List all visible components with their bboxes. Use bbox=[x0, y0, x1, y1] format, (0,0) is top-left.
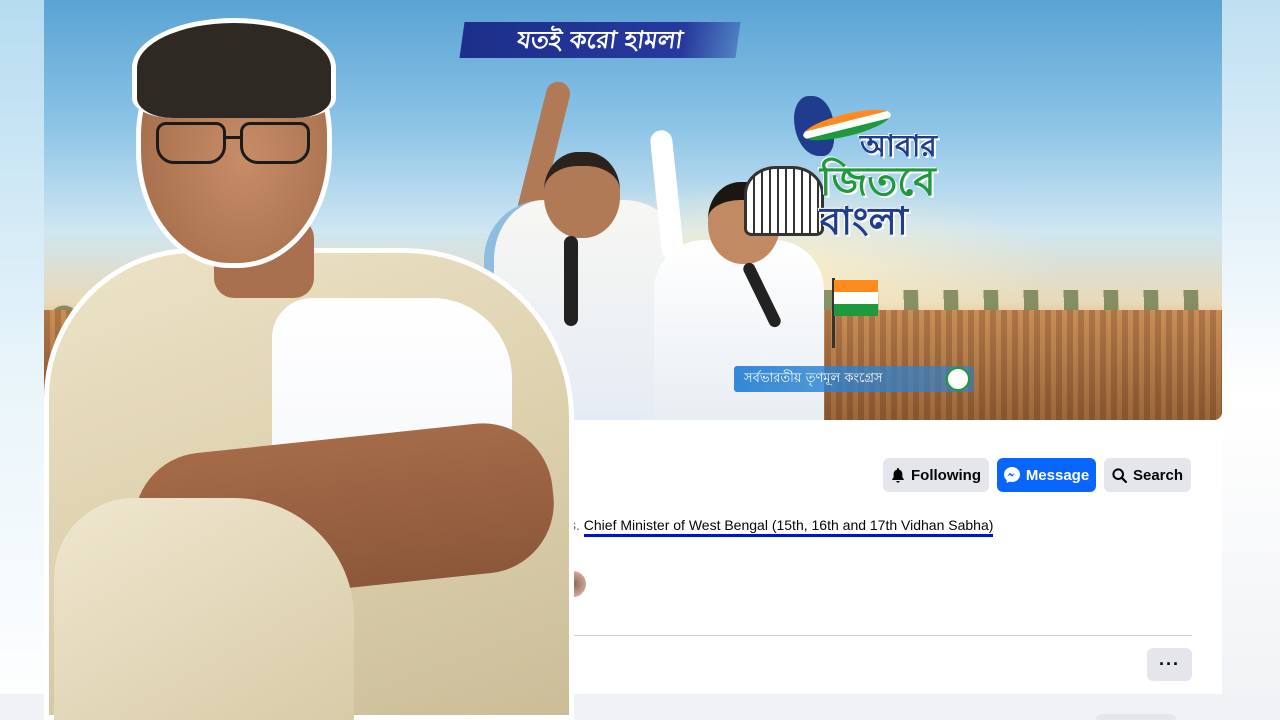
message-button[interactable]: Message bbox=[997, 458, 1096, 492]
crowd-icon bbox=[744, 166, 824, 236]
party-emblem-icon bbox=[946, 367, 970, 391]
messenger-icon bbox=[1003, 467, 1020, 483]
campaign-slogan: আবার জিতবে বাংলা bbox=[820, 129, 954, 243]
flag-cloth bbox=[834, 280, 878, 316]
portrait-hair bbox=[132, 18, 336, 118]
search-label: Search bbox=[1132, 466, 1184, 484]
search-button[interactable]: Search bbox=[1104, 458, 1191, 492]
profile-intro: ss. Chief Minister of West Bengal (15th,… bbox=[562, 517, 994, 537]
following-button[interactable]: Following bbox=[883, 458, 989, 492]
leader-body bbox=[654, 240, 824, 420]
more-options-button[interactable]: ··· bbox=[1147, 648, 1192, 681]
message-label: Message bbox=[1025, 466, 1090, 484]
more-dots-icon: ··· bbox=[1159, 654, 1180, 674]
party-name-tag: সর্বভারতীয় তৃণমূল কংগ্রেস bbox=[734, 366, 974, 392]
section-divider bbox=[566, 635, 1192, 636]
raised-arm bbox=[649, 129, 685, 261]
next-card-edge bbox=[1096, 714, 1176, 720]
glasses-lens-left bbox=[156, 122, 226, 164]
following-label: Following bbox=[911, 466, 981, 484]
campaign-logo: আবার জিতবে বাংলা bbox=[744, 96, 954, 246]
party-name: সর্বভারতীয় তৃণমূল কংগ্রেস bbox=[744, 371, 883, 386]
search-icon bbox=[1112, 467, 1127, 483]
shawl-fold bbox=[54, 498, 354, 720]
slogan-line-2: জিতবে bbox=[820, 159, 936, 205]
slogan-line-3: বাংলা bbox=[820, 199, 908, 243]
bell-icon bbox=[891, 467, 905, 483]
glasses-icon bbox=[156, 122, 316, 166]
role-link[interactable]: Chief Minister of West Bengal (15th, 16t… bbox=[583, 517, 994, 537]
slogan-line-1: আবার bbox=[860, 129, 937, 164]
left-margin bbox=[0, 0, 44, 720]
right-margin bbox=[1222, 0, 1280, 720]
glasses-lens-right bbox=[240, 122, 310, 164]
portrait-overlay bbox=[44, 18, 574, 720]
party-flag-icon bbox=[824, 278, 878, 348]
